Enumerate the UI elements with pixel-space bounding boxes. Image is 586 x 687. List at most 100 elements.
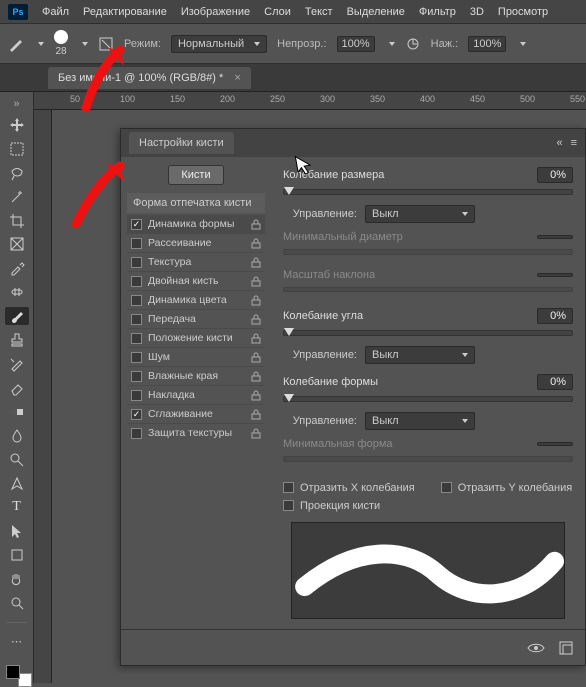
pressure-opacity-icon[interactable] — [405, 36, 421, 52]
checkbox-icon[interactable] — [131, 276, 142, 287]
size-jitter-slider[interactable] — [283, 189, 573, 195]
tool-preset-icon[interactable] — [8, 36, 24, 52]
round-jitter-value[interactable]: 0% — [537, 374, 573, 390]
flow-caret-icon[interactable] — [520, 42, 526, 46]
round-control-select[interactable]: Выкл — [365, 412, 475, 430]
brush-option-row[interactable]: Накладка — [127, 385, 265, 404]
brush-option-row[interactable]: Защита текстуры — [127, 423, 265, 442]
pen-tool-icon[interactable] — [5, 475, 29, 493]
lock-icon[interactable] — [251, 257, 261, 268]
stamp-tool-icon[interactable] — [5, 331, 29, 349]
round-jitter-slider[interactable] — [283, 396, 573, 402]
brush-option-row[interactable]: Рассеивание — [127, 233, 265, 252]
lock-icon[interactable] — [251, 371, 261, 382]
menu-3d[interactable]: 3D — [470, 6, 484, 18]
type-tool-icon[interactable]: T — [5, 499, 29, 517]
brush-tip-shape-link[interactable]: Форма отпечатка кисти — [127, 193, 265, 213]
brush-caret-icon[interactable] — [82, 42, 88, 46]
brush-option-row[interactable]: Влажные края — [127, 366, 265, 385]
brushes-button[interactable]: Кисти — [168, 165, 223, 185]
panel-tab[interactable]: Настройки кисти — [129, 132, 234, 154]
crop-tool-icon[interactable] — [5, 212, 29, 230]
path-select-icon[interactable] — [5, 522, 29, 540]
checkbox-icon[interactable] — [131, 238, 142, 249]
size-jitter-value[interactable]: 0% — [537, 167, 573, 183]
tool-preset-caret-icon[interactable] — [38, 42, 44, 46]
checkbox-icon[interactable] — [131, 295, 142, 306]
dodge-tool-icon[interactable] — [5, 451, 29, 469]
tools-doublecol-icon[interactable]: » — [13, 98, 19, 110]
flip-x-checkbox[interactable]: Отразить X колебания — [283, 482, 415, 494]
menu-layers[interactable]: Слои — [264, 6, 291, 18]
gradient-tool-icon[interactable] — [5, 403, 29, 421]
brush-tool-icon[interactable] — [5, 307, 29, 325]
menu-image[interactable]: Изображение — [181, 6, 250, 18]
close-tab-icon[interactable]: × — [234, 72, 240, 84]
menu-select[interactable]: Выделение — [347, 6, 405, 18]
flow-value[interactable]: 100% — [468, 36, 506, 52]
collapse-panel-icon[interactable]: « — [556, 137, 562, 149]
lock-icon[interactable] — [251, 219, 261, 230]
brush-option-row[interactable]: Передача — [127, 309, 265, 328]
checkbox-icon[interactable] — [131, 219, 142, 230]
lock-icon[interactable] — [251, 352, 261, 363]
angle-control-select[interactable]: Выкл — [365, 346, 475, 364]
angle-jitter-slider[interactable] — [283, 330, 573, 336]
checkbox-icon[interactable] — [131, 409, 142, 420]
menu-view[interactable]: Просмотр — [498, 6, 548, 18]
edit-toolbar-icon[interactable]: ⋯ — [5, 633, 29, 651]
move-tool-icon[interactable] — [5, 116, 29, 134]
checkbox-icon[interactable] — [131, 257, 142, 268]
checkbox-icon[interactable] — [131, 371, 142, 382]
document-tab[interactable]: Без имени-1 @ 100% (RGB/8#) * × — [48, 67, 251, 89]
hand-tool-icon[interactable] — [5, 570, 29, 588]
brush-panel-toggle-icon[interactable] — [98, 36, 114, 52]
toggle-preview-icon[interactable] — [527, 642, 545, 654]
brush-option-row[interactable]: Сглаживание — [127, 404, 265, 423]
lock-icon[interactable] — [251, 390, 261, 401]
shape-tool-icon[interactable] — [5, 546, 29, 564]
blur-tool-icon[interactable] — [5, 427, 29, 445]
brush-option-row[interactable]: Положение кисти — [127, 328, 265, 347]
checkbox-icon[interactable] — [131, 314, 142, 325]
wand-tool-icon[interactable] — [5, 188, 29, 206]
angle-jitter-value[interactable]: 0% — [537, 308, 573, 324]
brush-option-row[interactable]: Динамика формы — [127, 215, 265, 233]
brush-option-row[interactable]: Динамика цвета — [127, 290, 265, 309]
menu-edit[interactable]: Редактирование — [83, 6, 167, 18]
lasso-tool-icon[interactable] — [5, 164, 29, 182]
menu-file[interactable]: Файл — [42, 6, 69, 18]
brush-preset[interactable]: 28 — [54, 30, 68, 57]
lock-icon[interactable] — [251, 409, 261, 420]
brush-option-row[interactable]: Текстура — [127, 252, 265, 271]
new-preset-icon[interactable] — [559, 641, 573, 655]
eyedropper-tool-icon[interactable] — [5, 259, 29, 277]
lock-icon[interactable] — [251, 314, 261, 325]
heal-tool-icon[interactable] — [5, 283, 29, 301]
color-swatches[interactable] — [6, 665, 28, 683]
history-brush-icon[interactable] — [5, 355, 29, 373]
blend-mode-select[interactable]: Нормальный — [171, 35, 267, 53]
checkbox-icon[interactable] — [131, 390, 142, 401]
zoom-tool-icon[interactable] — [5, 594, 29, 612]
eraser-tool-icon[interactable] — [5, 379, 29, 397]
menu-filter[interactable]: Фильтр — [419, 6, 456, 18]
brush-option-row[interactable]: Двойная кисть — [127, 271, 265, 290]
checkbox-icon[interactable] — [131, 428, 142, 439]
menu-text[interactable]: Текст — [305, 6, 333, 18]
lock-icon[interactable] — [251, 333, 261, 344]
frame-tool-icon[interactable] — [5, 236, 29, 254]
opacity-value[interactable]: 100% — [337, 36, 375, 52]
projection-checkbox[interactable]: Проекция кисти — [283, 500, 573, 512]
lock-icon[interactable] — [251, 428, 261, 439]
panel-menu-icon[interactable]: ≡ — [571, 137, 577, 149]
checkbox-icon[interactable] — [131, 352, 142, 363]
lock-icon[interactable] — [251, 238, 261, 249]
marquee-tool-icon[interactable] — [5, 140, 29, 158]
lock-icon[interactable] — [251, 295, 261, 306]
opacity-caret-icon[interactable] — [389, 42, 395, 46]
size-control-select[interactable]: Выкл — [365, 205, 475, 223]
checkbox-icon[interactable] — [131, 333, 142, 344]
brush-option-row[interactable]: Шум — [127, 347, 265, 366]
lock-icon[interactable] — [251, 276, 261, 287]
